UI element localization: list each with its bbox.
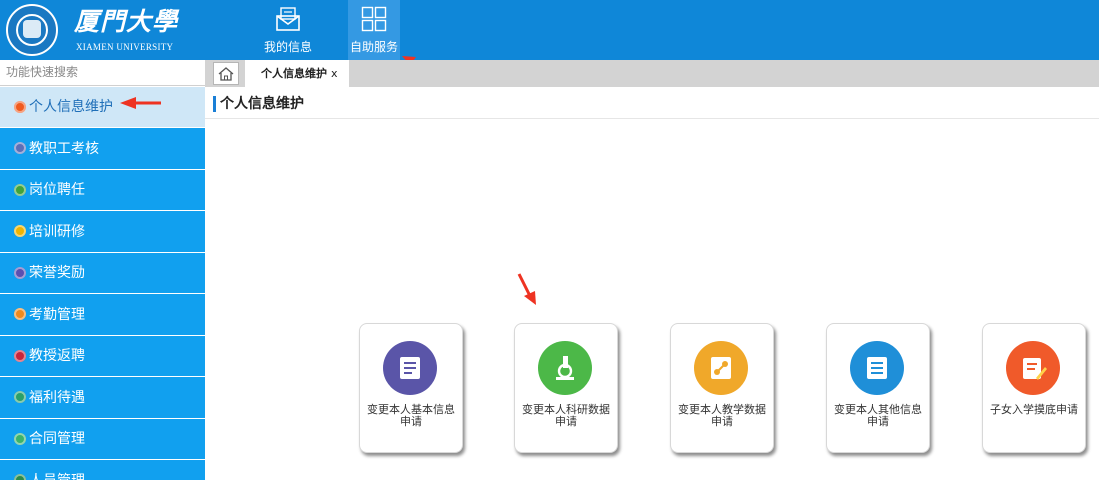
sidebar-item-label: 合同管理 bbox=[29, 431, 85, 447]
university-seal-icon bbox=[6, 4, 58, 56]
medal-icon bbox=[14, 266, 26, 279]
gear-icon bbox=[14, 100, 26, 113]
grid-icon bbox=[361, 6, 387, 32]
sidebar-item-label: 培训研修 bbox=[29, 223, 85, 240]
sidebar-item-label: 个人信息维护 bbox=[29, 99, 113, 115]
sidebar-item[interactable]: 考勤管理 bbox=[0, 295, 205, 336]
annotation-arrow-icon bbox=[120, 97, 161, 109]
function-search-input[interactable] bbox=[0, 60, 200, 84]
teaching-data-icon bbox=[694, 341, 748, 395]
sidebar-item[interactable]: 合同管理 bbox=[0, 419, 205, 460]
list-document-icon bbox=[850, 341, 904, 395]
book-icon bbox=[14, 225, 26, 237]
sidebar-item-label: 岗位聘任 bbox=[29, 182, 85, 198]
sidebar-item[interactable]: 教授返聘 bbox=[0, 336, 205, 377]
sidebar-item-label: 考勤管理 bbox=[29, 306, 85, 323]
sidebar-item[interactable]: 荣誉奖励 bbox=[0, 253, 205, 294]
logo-chinese-name: 厦門大學 bbox=[74, 7, 179, 36]
service-card-label: 子女入学摸底申请 bbox=[983, 404, 1085, 416]
service-card-label: 变更本人科研数据 申请 bbox=[515, 404, 617, 428]
nav-self-service[interactable]: 自助服务 bbox=[348, 0, 400, 60]
microscope-icon bbox=[538, 341, 592, 395]
sidebar-item-label: 教授返聘 bbox=[29, 348, 85, 364]
annotation-arrow-icon bbox=[517, 273, 536, 305]
home-button[interactable] bbox=[213, 62, 239, 85]
sidebar-item[interactable]: 个人信息维护 bbox=[0, 87, 205, 128]
sidebar-item-label: 教职工考核 bbox=[29, 140, 99, 157]
service-card[interactable]: 变更本人其他信息 申请 bbox=[826, 323, 930, 453]
service-card[interactable]: 子女入学摸底申请 bbox=[982, 323, 1086, 453]
home-icon bbox=[218, 67, 234, 81]
gift-icon bbox=[14, 391, 26, 403]
service-card[interactable]: 变更本人基本信息 申请 bbox=[359, 323, 463, 453]
nav-my-info-label: 我的信息 bbox=[263, 40, 312, 54]
service-card-label: 变更本人基本信息 申请 bbox=[360, 404, 462, 428]
document-icon bbox=[14, 432, 26, 445]
service-card-label-line1: 子女入学摸底申请 bbox=[990, 403, 1078, 416]
edit-document-icon bbox=[1006, 341, 1060, 395]
sidebar-item[interactable]: 岗位聘任 bbox=[0, 170, 205, 211]
people-icon bbox=[14, 474, 26, 480]
nav-self-service-label: 自助服务 bbox=[349, 40, 398, 54]
service-card-label: 变更本人教学数据 申请 bbox=[671, 404, 773, 428]
sidebar-item-label: 福利待遇 bbox=[29, 389, 85, 406]
service-card[interactable]: 变更本人科研数据 申请 bbox=[514, 323, 618, 453]
top-bar: 厦門大學 XIAMEN UNIVERSITY 我的信息 自助服务 bbox=[0, 0, 1099, 60]
tab-label: 个人信息维护 bbox=[261, 67, 327, 80]
id-card-icon bbox=[14, 349, 26, 362]
tab-personal-info[interactable]: 个人信息维护 x bbox=[245, 60, 349, 87]
sidebar-item[interactable]: 培训研修 bbox=[0, 212, 205, 253]
function-search bbox=[0, 60, 205, 86]
sidebar-item[interactable]: 福利待遇 bbox=[0, 378, 205, 419]
clipboard-icon bbox=[14, 142, 26, 154]
logo-english-name: XIAMEN UNIVERSITY bbox=[76, 42, 174, 52]
nav-my-info[interactable]: 我的信息 bbox=[262, 0, 314, 60]
person-icon bbox=[14, 183, 26, 196]
profile-document-icon bbox=[383, 341, 437, 395]
title-divider bbox=[205, 118, 1099, 119]
sidebar-item-label: 荣誉奖励 bbox=[29, 265, 85, 281]
sidebar: 个人信息维护教职工考核岗位聘任培训研修荣誉奖励考勤管理教授返聘福利待遇合同管理人… bbox=[0, 87, 205, 480]
university-logo[interactable]: 厦門大學 XIAMEN UNIVERSITY bbox=[6, 4, 206, 56]
service-card[interactable]: 变更本人教学数据 申请 bbox=[670, 323, 774, 453]
sidebar-item[interactable]: 教职工考核 bbox=[0, 129, 205, 170]
service-card-label: 变更本人其他信息 申请 bbox=[827, 404, 929, 428]
service-card-label-line2: 申请 bbox=[400, 415, 422, 428]
service-card-label-line2: 申请 bbox=[867, 415, 889, 428]
sidebar-item[interactable]: 人员管理 bbox=[0, 461, 205, 480]
tab-close-button[interactable]: x bbox=[331, 67, 338, 80]
envelope-icon bbox=[276, 7, 300, 31]
tab-bar: 个人信息维护 x bbox=[205, 60, 1099, 87]
service-card-label-line2: 申请 bbox=[711, 415, 733, 428]
service-card-label-line2: 申请 bbox=[555, 415, 577, 428]
sidebar-item-label: 人员管理 bbox=[29, 473, 85, 480]
page-title: 个人信息维护 bbox=[213, 96, 304, 112]
clock-icon bbox=[14, 308, 26, 320]
